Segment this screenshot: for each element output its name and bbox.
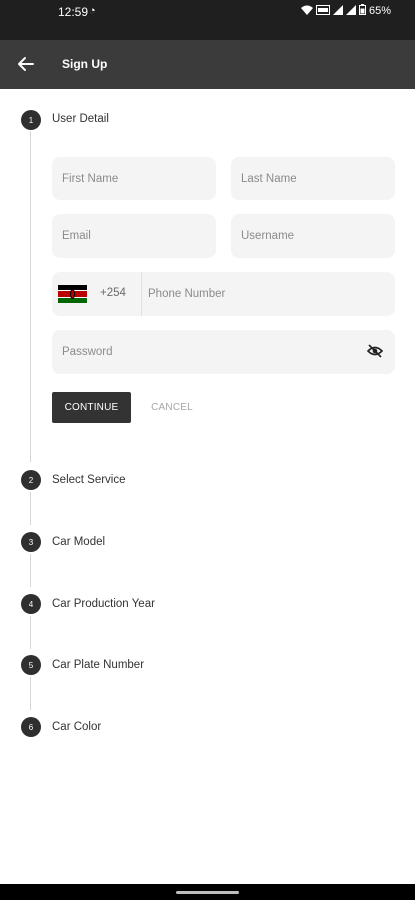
step-connector — [30, 492, 31, 525]
username-field — [231, 214, 395, 258]
phone-field: +254 — [52, 272, 395, 316]
cancel-button[interactable]: CANCEL — [144, 392, 200, 423]
back-button[interactable] — [13, 51, 39, 77]
battery-icon — [358, 4, 366, 18]
kenya-flag-icon — [58, 285, 87, 303]
first-name-input[interactable] — [52, 157, 216, 200]
arrow-left-icon — [18, 57, 34, 71]
step-label-car-color[interactable]: Car Color — [52, 721, 101, 733]
step-marker-4[interactable]: 4 — [21, 594, 41, 614]
status-icons: 65% — [300, 4, 391, 18]
username-input[interactable] — [231, 214, 395, 258]
volte-icon — [315, 4, 330, 18]
step-label-car-plate-number[interactable]: Car Plate Number — [52, 659, 144, 671]
step-connector — [30, 677, 31, 710]
phone-input-wrapper — [142, 272, 395, 316]
eye-off-icon[interactable] — [367, 343, 383, 359]
email-field — [52, 214, 216, 258]
step-connector — [30, 554, 31, 587]
step-marker-3[interactable]: 3 — [21, 532, 41, 552]
last-name-input[interactable] — [231, 157, 395, 200]
step-label-car-production-year[interactable]: Car Production Year — [52, 598, 155, 610]
password-input[interactable] — [52, 330, 395, 374]
phone-number-input[interactable] — [142, 272, 395, 316]
step-marker-5[interactable]: 5 — [21, 655, 41, 675]
app-bar: Sign Up — [0, 40, 415, 89]
first-name-field — [52, 157, 216, 200]
page-title: Sign Up — [62, 57, 108, 71]
step-marker-6[interactable]: 6 — [21, 717, 41, 737]
step-label-car-model[interactable]: Car Model — [52, 536, 105, 548]
dial-code: +254 — [100, 287, 126, 299]
signal-icon-2 — [345, 4, 356, 18]
step-connector — [30, 616, 31, 649]
battery-percent: 65% — [368, 5, 391, 17]
password-field — [52, 330, 395, 374]
status-time: 12:59 — [58, 5, 89, 19]
email-input[interactable] — [52, 214, 216, 258]
wifi-icon — [300, 5, 313, 18]
step-marker-1[interactable]: 1 — [21, 110, 41, 130]
step-marker-2[interactable]: 2 — [21, 470, 41, 490]
last-name-field — [231, 157, 395, 200]
continue-button[interactable]: CONTINUE — [52, 392, 131, 423]
signal-icon — [332, 4, 343, 18]
status-bar: 12:59 ◔ 65% — [0, 0, 415, 40]
system-nav-bar — [0, 884, 415, 900]
country-code-picker[interactable]: +254 — [52, 272, 141, 316]
step-label-user-detail[interactable]: User Detail — [52, 113, 109, 125]
sync-icon: ◔ — [89, 5, 96, 17]
step-connector — [30, 131, 31, 462]
step-label-select-service[interactable]: Select Service — [52, 474, 126, 486]
home-gesture-handle[interactable] — [176, 891, 239, 894]
